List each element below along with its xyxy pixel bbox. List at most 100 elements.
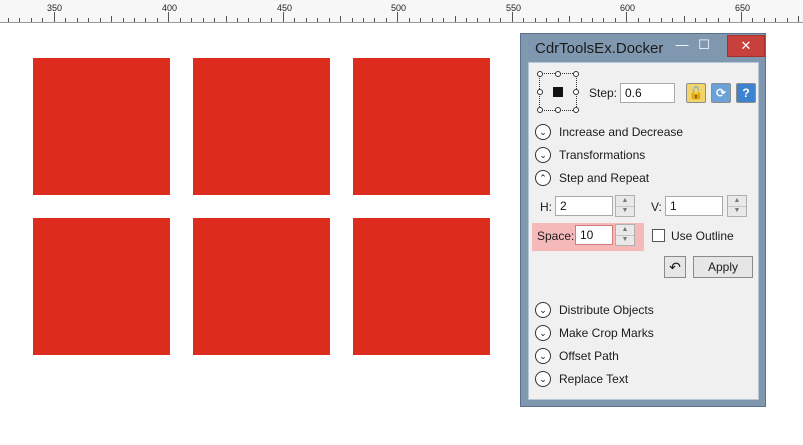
ruler-tick: [397, 12, 398, 22]
ruler-tick: [134, 18, 135, 22]
ruler-tick: [409, 18, 410, 22]
h-spinner[interactable]: ▲ ▼: [615, 195, 635, 217]
ruler-tick: [374, 18, 375, 22]
anchor-handle[interactable]: [573, 89, 579, 95]
ruler-tick: [729, 18, 730, 22]
ruler-tick: [695, 18, 696, 22]
spin-down-icon[interactable]: ▼: [728, 206, 746, 216]
ruler-tick: [157, 18, 158, 22]
ruler-tick: [638, 18, 639, 22]
v-input[interactable]: 1: [665, 196, 723, 216]
anchor-handle[interactable]: [537, 89, 543, 95]
section-make-crop-marks[interactable]: ⌄ Make Crop Marks: [535, 324, 755, 344]
section-transformations[interactable]: ⌄ Transformations: [535, 146, 755, 166]
titlebar[interactable]: CdrToolsEx.Docker — ☐ ✕: [521, 34, 765, 62]
use-outline-checkbox[interactable]: [652, 229, 665, 242]
spin-down-icon[interactable]: ▼: [616, 235, 634, 245]
h-label: H:: [540, 200, 552, 214]
section-label: Replace Text: [559, 372, 629, 386]
ruler-tick: [352, 18, 353, 22]
ruler-tick: [100, 18, 101, 22]
ruler-tick: [226, 16, 227, 22]
ruler-tick: [420, 18, 421, 22]
ruler-tick: [466, 18, 467, 22]
chevron-down-icon: ⌄: [535, 124, 551, 140]
ruler-tick: [512, 12, 513, 22]
ruler-tick: [77, 18, 78, 22]
red-square[interactable]: [353, 218, 490, 355]
help-icon[interactable]: ?: [736, 83, 756, 103]
use-outline-label: Use Outline: [671, 229, 734, 243]
ruler-tick: [191, 18, 192, 22]
ruler-tick: [19, 18, 20, 22]
maximize-button[interactable]: ☐: [691, 35, 717, 55]
ruler-tick: [363, 18, 364, 22]
ruler-tick: [88, 18, 89, 22]
ruler-tick: [672, 18, 673, 22]
ruler-tick: [569, 16, 570, 22]
ruler-tick: [340, 16, 341, 22]
ruler-tick: [260, 18, 261, 22]
anchor-handle[interactable]: [555, 107, 561, 113]
section-offset-path[interactable]: ⌄ Offset Path: [535, 347, 755, 367]
anchor-center-selected[interactable]: [553, 87, 563, 97]
lock-icon[interactable]: 🔓: [686, 83, 706, 103]
close-button[interactable]: ✕: [727, 35, 765, 57]
ruler-label: 550: [506, 3, 522, 13]
v-label: V:: [651, 200, 662, 214]
chevron-down-icon: ⌄: [535, 371, 551, 387]
anchor-point-selector[interactable]: [537, 71, 579, 113]
section-increase-decrease[interactable]: ⌄ Increase and Decrease: [535, 123, 755, 143]
ruler-tick: [661, 18, 662, 22]
red-square[interactable]: [353, 58, 490, 195]
chevron-up-icon: ⌃: [535, 170, 551, 186]
ruler-tick: [294, 18, 295, 22]
anchor-handle[interactable]: [537, 71, 543, 77]
ruler-tick: [477, 18, 478, 22]
anchor-handle[interactable]: [555, 71, 561, 77]
ruler-tick: [592, 18, 593, 22]
ruler-tick: [306, 18, 307, 22]
apply-button[interactable]: Apply: [693, 256, 753, 278]
ruler-tick: [626, 12, 627, 22]
section-label: Offset Path: [559, 349, 619, 363]
section-distribute-objects[interactable]: ⌄ Distribute Objects: [535, 301, 755, 321]
ruler-tick: [787, 18, 788, 22]
horizontal-ruler: 350 400 450 500 550 600 650: [0, 0, 803, 23]
ruler-tick: [489, 18, 490, 22]
red-square[interactable]: [193, 58, 330, 195]
chevron-down-icon: ⌄: [535, 302, 551, 318]
v-spinner[interactable]: ▲ ▼: [727, 195, 747, 217]
ruler-tick: [65, 18, 66, 22]
undo-icon[interactable]: ↶: [664, 256, 686, 278]
ruler-tick: [145, 18, 146, 22]
window-title: CdrToolsEx.Docker: [535, 40, 664, 57]
ruler-tick: [237, 18, 238, 22]
section-label: Distribute Objects: [559, 303, 654, 317]
section-replace-text[interactable]: ⌄ Replace Text: [535, 370, 755, 390]
anchor-handle[interactable]: [573, 71, 579, 77]
ruler-tick: [443, 18, 444, 22]
red-square[interactable]: [193, 218, 330, 355]
ruler-label: 650: [735, 3, 751, 13]
anchor-handle[interactable]: [573, 107, 579, 113]
step-input[interactable]: 0.6: [620, 83, 675, 103]
ruler-tick: [283, 12, 284, 22]
ruler-tick: [718, 18, 719, 22]
red-square[interactable]: [33, 58, 170, 195]
spin-down-icon[interactable]: ▼: [616, 206, 634, 216]
ruler-tick: [432, 18, 433, 22]
space-label: Space:: [537, 229, 575, 243]
anchor-handle[interactable]: [537, 107, 543, 113]
section-label: Transformations: [559, 148, 646, 162]
section-step-and-repeat[interactable]: ⌃ Step and Repeat: [535, 169, 755, 189]
space-spinner[interactable]: ▲ ▼: [615, 224, 635, 246]
ruler-tick: [615, 18, 616, 22]
h-input[interactable]: 2: [555, 196, 613, 216]
space-input[interactable]: 10: [575, 225, 613, 245]
ruler-tick: [798, 16, 799, 22]
docker-window: CdrToolsEx.Docker — ☐ ✕ Step: 0.6 🔓 ⟳ ? …: [520, 33, 766, 407]
refresh-icon[interactable]: ⟳: [711, 83, 731, 103]
ruler-tick: [649, 18, 650, 22]
red-square[interactable]: [33, 218, 170, 355]
